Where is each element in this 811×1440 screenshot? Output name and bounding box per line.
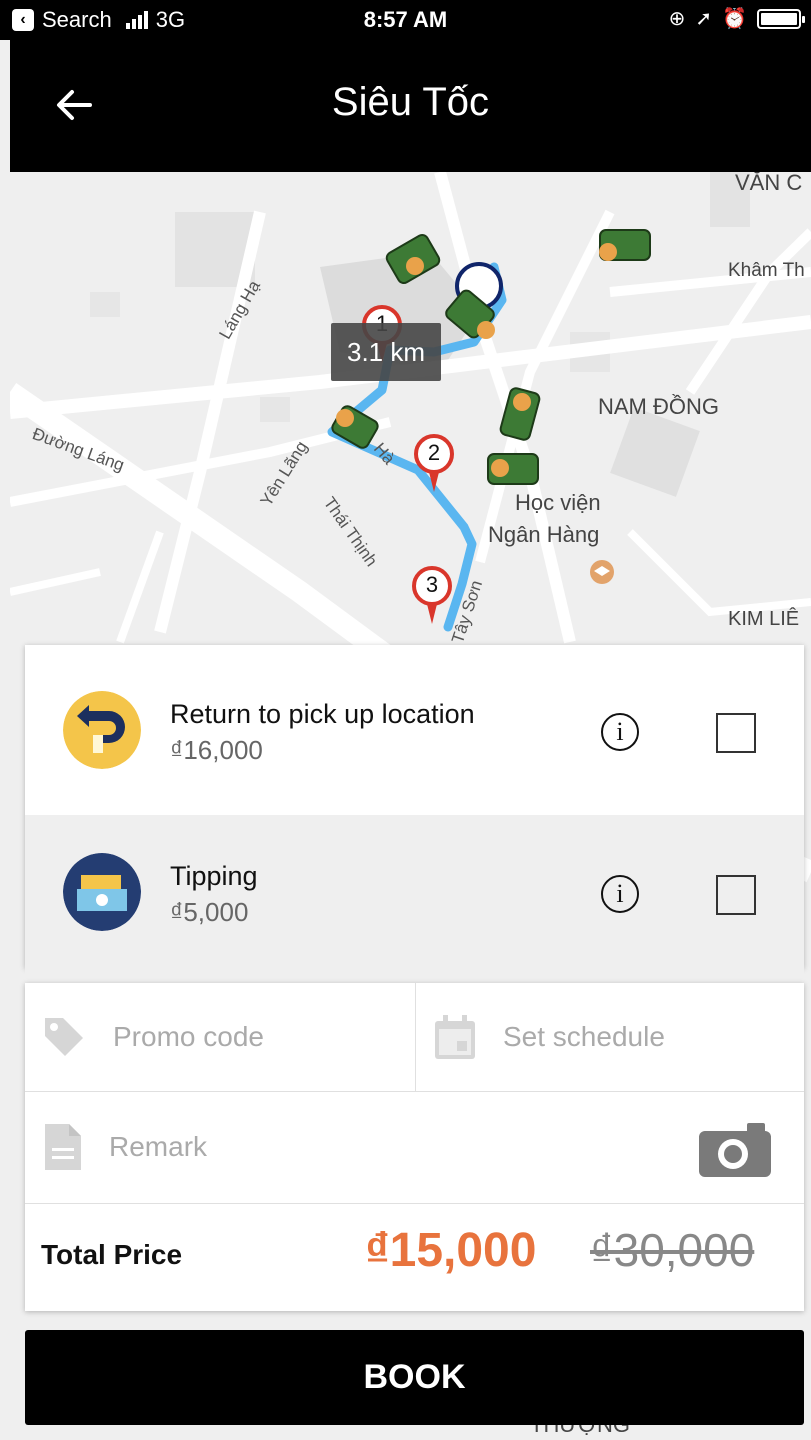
info-icon[interactable]: i [601,713,639,751]
route-stop-marker[interactable]: 2 [414,434,454,494]
set-schedule-field[interactable]: Set schedule [433,983,665,1091]
camera-icon[interactable] [697,1121,773,1179]
option-price: ₫16,000 [170,735,263,765]
location-arrow-icon: ➚ [695,8,713,30]
info-icon[interactable]: i [601,875,639,913]
return-trip-icon [63,691,141,769]
remark-field[interactable]: Remark [43,1091,207,1203]
divider [415,983,416,1091]
order-extras-card: Promo code Set schedule Remark Total Pri… [25,983,804,1311]
book-button[interactable]: BOOK [25,1330,804,1425]
option-tipping[interactable]: Tipping ₫5,000 i [25,815,804,977]
page-title: Siêu Tốc [331,80,490,124]
total-price-value: ₫15,000 [365,1224,537,1277]
battery-icon [757,8,805,29]
return-to-pickup-checkbox[interactable] [716,713,756,753]
map-label: KIM LIÊ [728,608,800,630]
map-label: NAM ĐỒNG [598,394,719,419]
distance-tooltip: 3.1 km [331,323,441,381]
tag-icon [45,1018,83,1056]
document-icon [45,1124,81,1170]
add-on-options-card: Return to pick up location ₫16,000 i Tip… [25,645,804,977]
map-label: VĂN C [735,172,803,195]
alarm-clock-icon: ⏰ [722,8,747,30]
calendar-icon [435,1015,475,1059]
tipping-money-icon [63,853,141,931]
tipping-checkbox[interactable] [716,875,756,915]
option-return-to-pickup[interactable]: Return to pick up location ₫16,000 i [25,645,804,807]
route-stop-marker[interactable]: 3 [412,566,452,626]
rotation-lock-icon: ⊕ [668,8,686,30]
nav-bar: Siêu Tốc [10,40,811,172]
remark-placeholder: Remark [109,1131,208,1162]
map-label: Khâm Th [728,260,805,281]
option-title: Tipping [170,861,258,891]
set-schedule-placeholder: Set schedule [503,1021,665,1052]
map-label: Học viện [515,490,601,515]
original-price-value: ₫30,000 [590,1224,755,1276]
stop-number: 2 [427,440,441,465]
option-price: ₫5,000 [170,897,249,927]
promo-code-field[interactable]: Promo code [41,983,264,1091]
stop-number: 3 [425,572,439,597]
option-title: Return to pick up location [170,699,475,729]
map-label: Ngân Hàng [488,522,600,547]
promo-code-placeholder: Promo code [113,1021,264,1052]
divider [25,1203,804,1204]
total-price-label: Total Price [41,1239,183,1270]
status-bar: ‹ Search 3G 8:57 AM ⊕ ➚ ⏰ [0,0,811,40]
